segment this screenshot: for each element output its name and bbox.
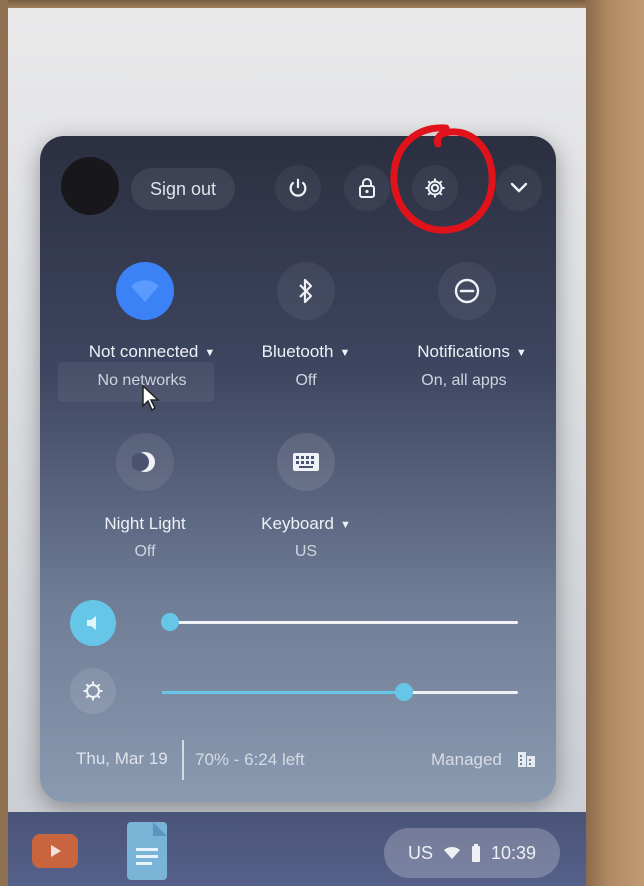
keyboard-label[interactable]: Keyboard ▼ — [226, 514, 386, 534]
gear-icon — [425, 178, 445, 198]
caret-down-icon: ▼ — [204, 346, 216, 359]
bluetooth-label-text: Bluetooth — [261, 342, 334, 361]
lock-button[interactable] — [344, 165, 390, 211]
network-label[interactable]: Not connected ▼ — [60, 342, 244, 362]
status-area[interactable]: US 10:39 — [384, 828, 560, 878]
device-bezel-left — [0, 0, 8, 886]
night-light-toggle[interactable] — [116, 433, 174, 491]
notifications-label-text: Notifications — [417, 342, 510, 361]
volume-mute-button[interactable] — [70, 600, 116, 646]
wifi-status-icon — [443, 846, 460, 859]
brightness-icon — [83, 681, 103, 701]
brightness-slider-thumb[interactable] — [395, 683, 414, 701]
mouse-cursor-icon — [142, 384, 160, 412]
notifications-sublabel: On, all apps — [421, 372, 507, 389]
managed-label[interactable]: Managed — [431, 750, 502, 770]
play-icon — [51, 845, 61, 857]
bluetooth-toggle[interactable] — [277, 262, 335, 320]
caret-down-icon: ▼ — [339, 346, 351, 359]
clock: 10:39 — [490, 842, 537, 863]
settings-button[interactable] — [412, 165, 458, 211]
enterprise-building-icon[interactable] — [516, 748, 538, 770]
sign-out-button[interactable]: Sign out — [131, 168, 235, 210]
caret-down-icon: ▼ — [339, 518, 351, 531]
brightness-fill — [162, 691, 405, 694]
moon-icon — [132, 452, 155, 472]
do-not-disturb-icon — [454, 278, 480, 304]
chevron-down-icon — [510, 182, 528, 193]
caret-down-icon: ▼ — [515, 346, 527, 359]
bluetooth-label[interactable]: Bluetooth ▼ — [226, 342, 386, 362]
power-icon — [289, 178, 307, 197]
bluetooth-sublabel: Off — [295, 372, 317, 389]
notifications-label[interactable]: Notifications ▼ — [392, 342, 552, 362]
keyboard-toggle[interactable] — [277, 433, 335, 491]
input-method-indicator: US — [407, 842, 433, 863]
notifications-toggle[interactable] — [438, 262, 496, 320]
avatar[interactable] — [61, 157, 119, 215]
power-button[interactable] — [275, 165, 321, 211]
battery-status[interactable]: 70% - 6:24 left — [195, 750, 305, 770]
keyboard-sublabel: US — [294, 543, 318, 560]
night-light-sublabel: Off — [134, 543, 156, 560]
volume-track[interactable] — [170, 621, 518, 624]
device-bezel-top — [0, 0, 590, 8]
device-bezel-right — [586, 0, 644, 886]
speaker-muted-icon — [87, 616, 96, 630]
wifi-icon — [131, 280, 159, 302]
network-label-text: Not connected — [88, 342, 199, 361]
bluetooth-icon — [299, 278, 313, 304]
network-toggle[interactable] — [116, 262, 174, 320]
document-icon — [136, 822, 167, 865]
keyboard-icon — [293, 453, 319, 471]
youtube-app-icon[interactable] — [32, 834, 78, 868]
date-button[interactable]: Thu, Mar 19 — [76, 749, 168, 769]
lock-icon — [359, 178, 375, 198]
battery-icon — [471, 844, 480, 862]
brightness-button[interactable] — [70, 668, 116, 714]
night-light-label[interactable]: Night Light — [64, 514, 226, 534]
docs-app-icon[interactable] — [127, 822, 167, 880]
collapse-button[interactable] — [496, 165, 542, 211]
volume-slider-thumb[interactable] — [161, 613, 179, 631]
footer-divider — [182, 740, 184, 780]
keyboard-label-text: Keyboard — [261, 514, 334, 533]
